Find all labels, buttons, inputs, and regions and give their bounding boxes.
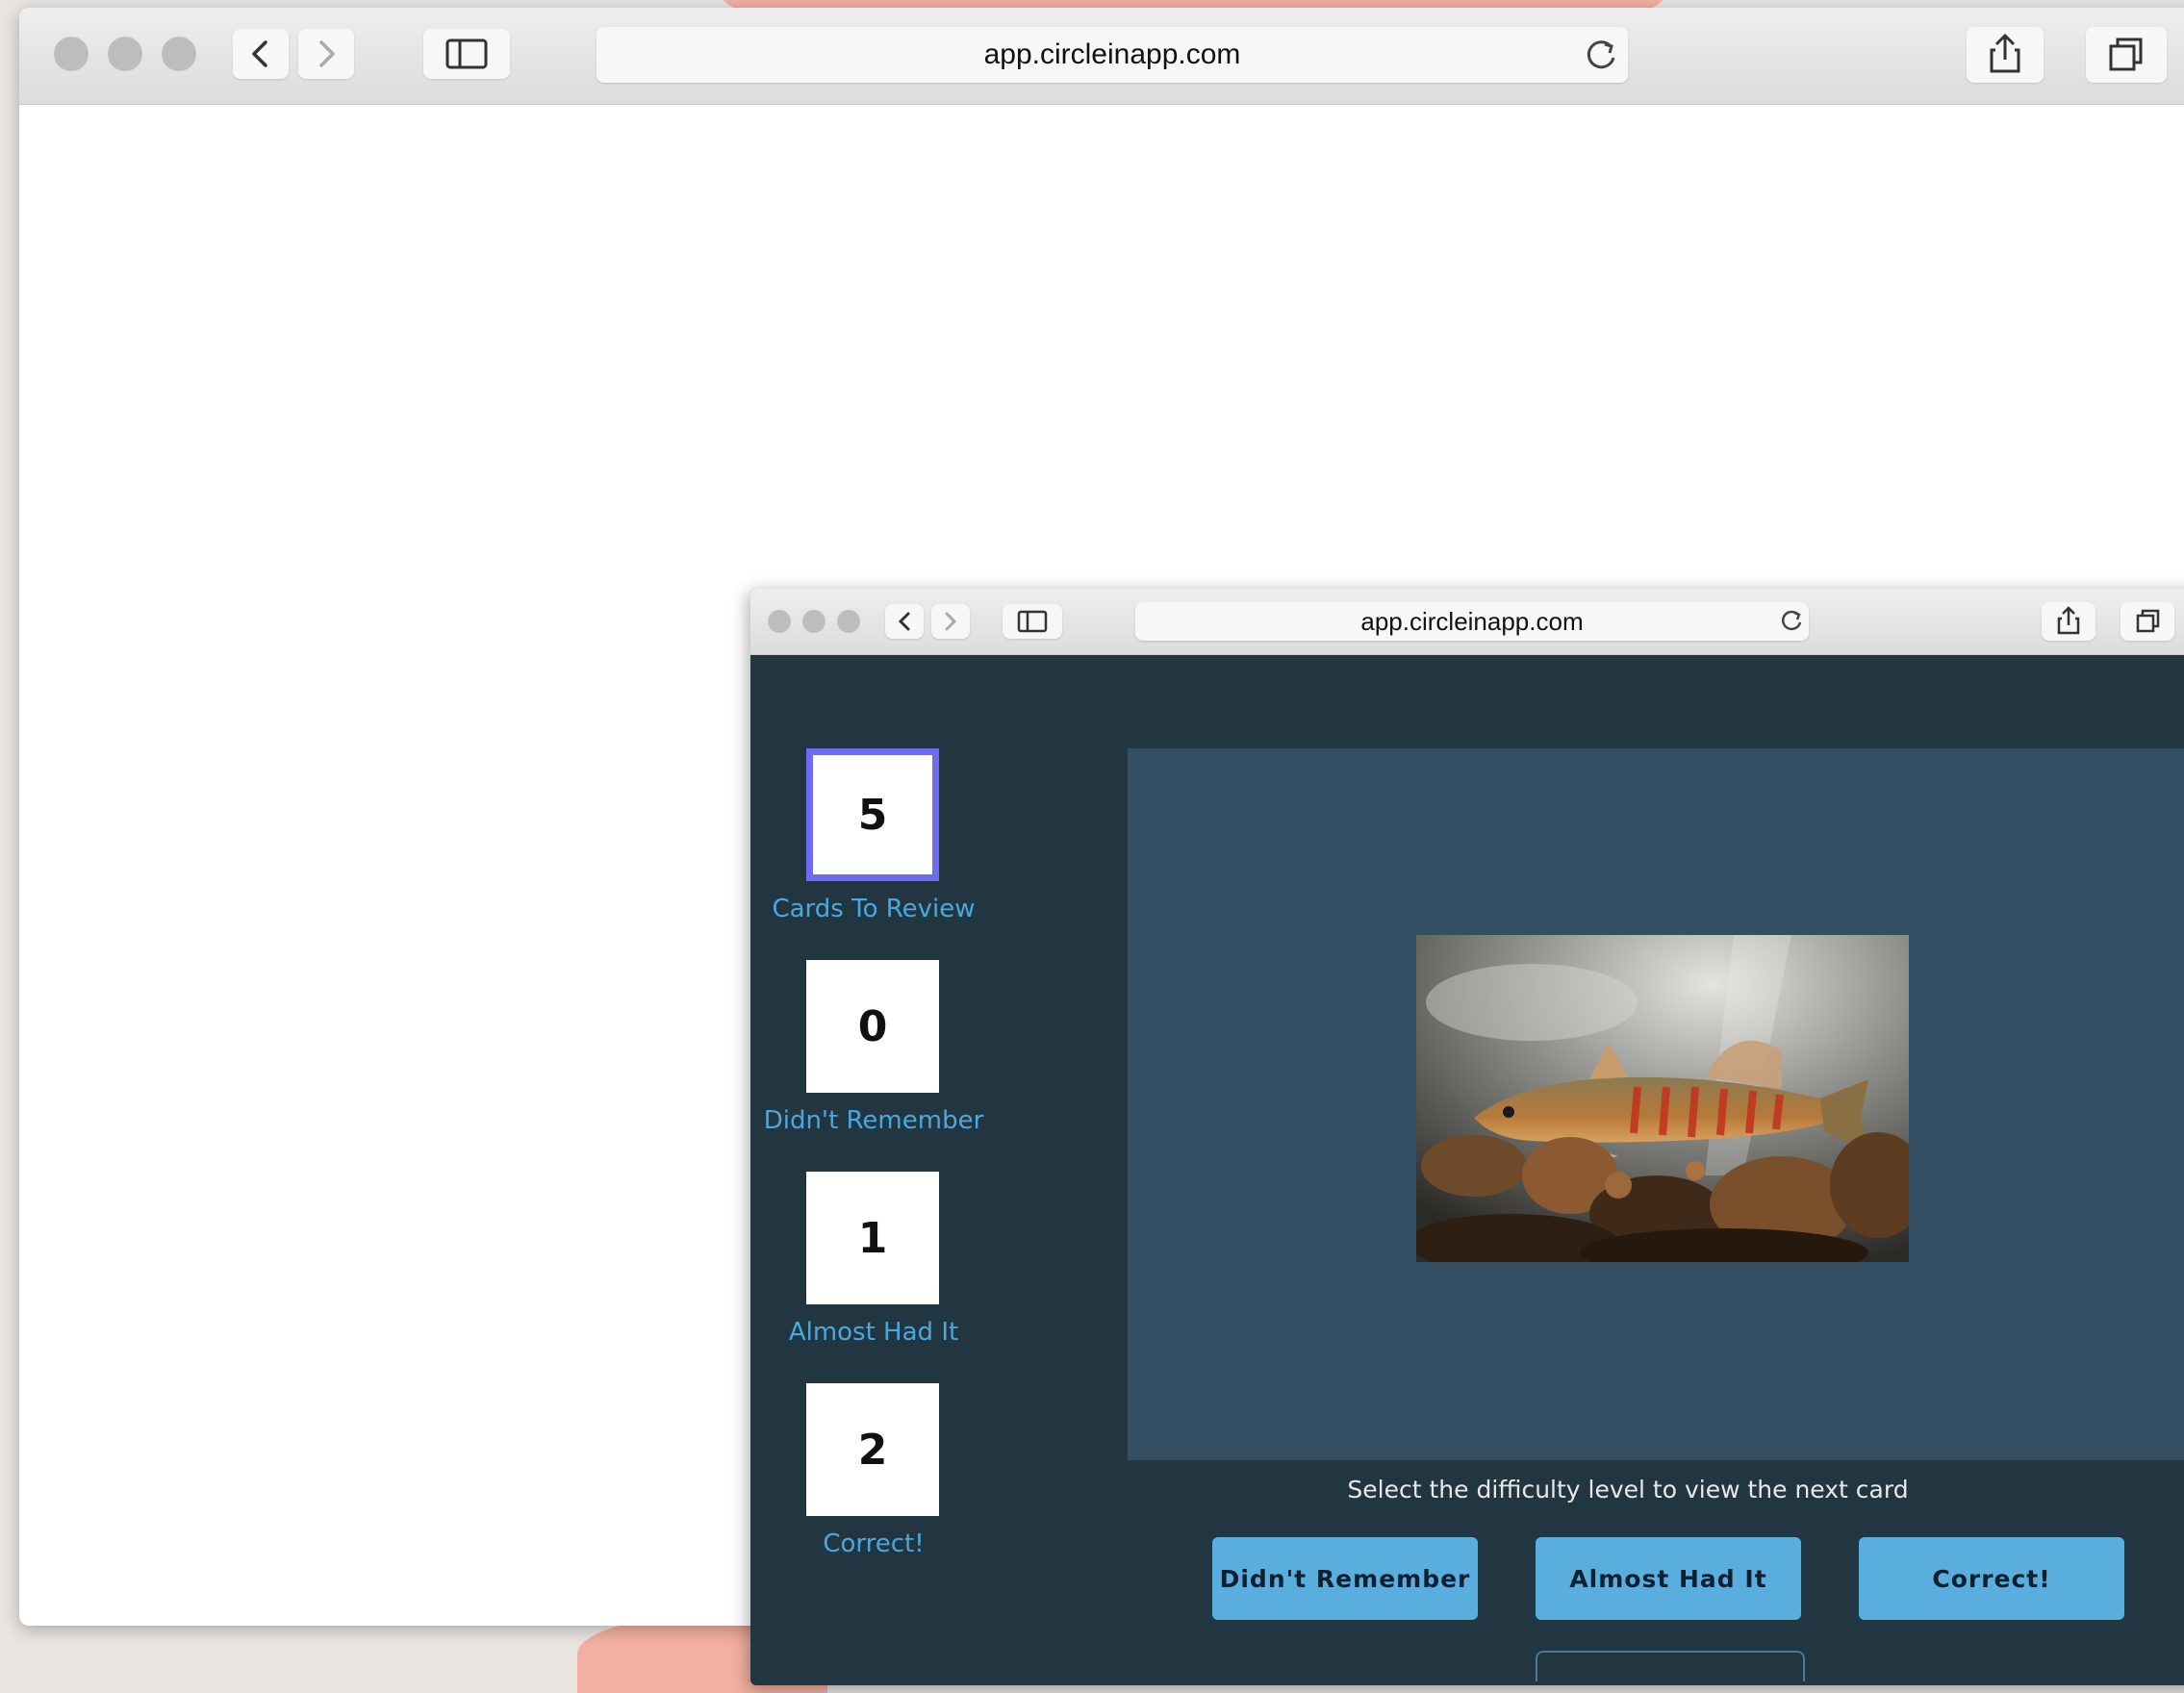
close-dot[interactable]	[768, 610, 791, 633]
front-browser-window: app.circleinapp.com 5 Cards To Review 0 …	[750, 589, 2184, 1685]
tabs-button[interactable]	[2121, 602, 2174, 641]
next-control-edge	[1536, 1651, 1805, 1681]
zoom-dot[interactable]	[837, 610, 860, 633]
address-bar[interactable]: app.circleinapp.com	[1135, 602, 1809, 641]
zoom-dot[interactable]	[162, 37, 196, 71]
forward-button[interactable]	[298, 29, 354, 79]
stat-label: Cards To Review	[772, 895, 976, 923]
tabs-button[interactable]	[2086, 27, 2167, 83]
back-button[interactable]	[233, 29, 289, 79]
stat-value: 0	[857, 1001, 888, 1051]
forward-button[interactable]	[931, 604, 970, 639]
correct-button[interactable]: Correct!	[1859, 1537, 2124, 1620]
stat-label: Didn't Remember	[763, 1106, 984, 1135]
sidebar-icon	[445, 38, 488, 69]
stat-value: 2	[857, 1425, 888, 1475]
sidebar-icon	[1017, 610, 1048, 633]
stats-column: 5 Cards To Review 0 Didn't Remember 1 Al…	[750, 654, 997, 1685]
share-button[interactable]	[1967, 27, 2044, 83]
minimize-dot[interactable]	[108, 37, 142, 71]
share-icon	[1990, 33, 2020, 73]
fish-image	[1416, 935, 1909, 1262]
reload-icon[interactable]	[1580, 35, 1622, 77]
share-icon	[2057, 606, 2080, 635]
front-browser-toolbar: app.circleinapp.com	[750, 589, 2184, 655]
sidebar-button[interactable]	[1003, 604, 1062, 639]
tabs-icon	[2109, 38, 2143, 71]
stat-box-didnt-remember: 0	[806, 960, 939, 1093]
back-button[interactable]	[885, 604, 924, 639]
forward-icon	[945, 612, 957, 631]
didnt-remember-button[interactable]: Didn't Remember	[1212, 1537, 1478, 1620]
stat-box-correct: 2	[806, 1383, 939, 1516]
minimize-dot[interactable]	[802, 610, 825, 633]
tabs-icon	[2136, 609, 2160, 633]
back-browser-toolbar: app.circleinapp.com	[19, 8, 2184, 105]
close-dot[interactable]	[54, 37, 89, 71]
stat-value: 1	[857, 1213, 888, 1263]
address-bar[interactable]: app.circleinapp.com	[597, 27, 1628, 83]
almost-had-it-button[interactable]: Almost Had It	[1536, 1537, 1801, 1620]
address-url: app.circleinapp.com	[983, 38, 1241, 70]
address-url: app.circleinapp.com	[1360, 606, 1584, 636]
back-icon	[252, 40, 267, 67]
fish-photo	[1416, 935, 1909, 1262]
reload-icon[interactable]	[1776, 606, 1807, 637]
sidebar-button[interactable]	[423, 29, 510, 79]
hint-text: Select the difficulty level to view the …	[1347, 1476, 1909, 1503]
stat-box-cards-to-review: 5	[806, 748, 939, 881]
back-icon	[898, 612, 910, 631]
stat-label: Correct!	[823, 1529, 925, 1558]
stat-label: Almost Had It	[788, 1318, 959, 1347]
stat-value: 5	[857, 790, 888, 840]
stat-box-almost-had-it: 1	[806, 1172, 939, 1304]
forward-icon	[319, 40, 335, 67]
share-button[interactable]	[2042, 602, 2095, 641]
